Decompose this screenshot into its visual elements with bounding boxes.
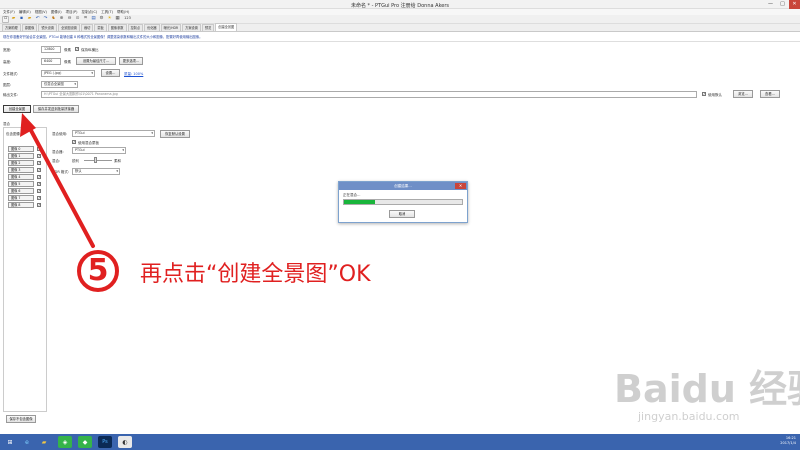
internet-explorer-icon[interactable]: e: [20, 436, 34, 448]
watermark-brand: Baidu 经验: [614, 367, 800, 411]
clock-date: 2017/1/4: [780, 441, 796, 445]
taskbar: ⊞ e ▰ ◈ ◆ Ps ◐ 16:21 2017/1/4: [0, 434, 800, 450]
annotation-arrow-shaft: [25, 121, 95, 248]
shield-icon[interactable]: ◈: [58, 436, 72, 448]
shield-icon[interactable]: ◆: [78, 436, 92, 448]
system-tray: 16:21 2017/1/4: [780, 436, 796, 446]
baidu-watermark: Baidu 经验 jingyan.baidu.com: [614, 358, 800, 428]
file-explorer-icon[interactable]: ▰: [37, 436, 51, 448]
windows-start-icon[interactable]: ⊞: [3, 436, 17, 448]
photoshop-icon[interactable]: Ps: [98, 436, 112, 448]
ptgui-icon[interactable]: ◐: [118, 436, 132, 448]
watermark-url: jingyan.baidu.com: [638, 410, 740, 423]
annotation-text: 再点击“创建全景图”OK: [140, 262, 371, 287]
step-number-badge: 5: [77, 250, 119, 292]
